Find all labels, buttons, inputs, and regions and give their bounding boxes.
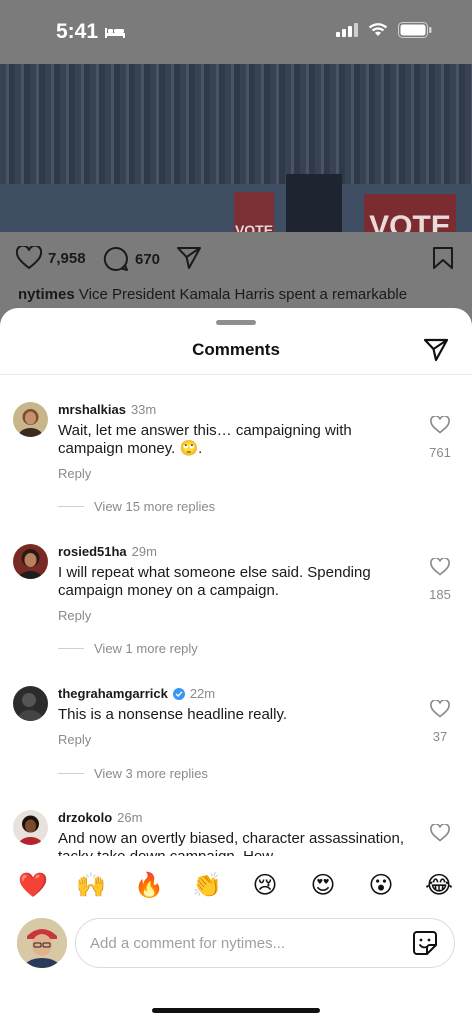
paper-plane-icon bbox=[177, 247, 201, 269]
vote-sign-right: VOTE bbox=[364, 194, 456, 232]
comment-item: drzokolo 26m And now an overtly biased, … bbox=[0, 810, 472, 856]
heart-outline-icon bbox=[430, 823, 450, 842]
reply-button[interactable]: Reply bbox=[58, 608, 91, 623]
view-more-replies-label: View 3 more replies bbox=[94, 766, 208, 781]
comment-username[interactable]: rosied51ha bbox=[58, 544, 127, 559]
wifi-icon bbox=[368, 23, 388, 36]
view-more-replies-label: View 15 more replies bbox=[94, 499, 216, 514]
caption-user[interactable]: nytimes bbox=[18, 286, 75, 303]
avatar[interactable] bbox=[13, 810, 48, 845]
like-count: 7,958 bbox=[48, 249, 86, 267]
comment-text: I will repeat what someone else said. Sp… bbox=[58, 564, 371, 599]
reply-button[interactable]: Reply bbox=[58, 466, 91, 481]
comment-input[interactable] bbox=[90, 919, 390, 967]
post-photo: VOTE VOTE bbox=[0, 64, 472, 232]
vote-sign-left: VOTE bbox=[234, 192, 274, 232]
avatar-image bbox=[13, 544, 48, 579]
comment-time: 29m bbox=[131, 544, 157, 559]
verified-badge-icon bbox=[172, 687, 185, 700]
emoji-heart[interactable]: ❤️ bbox=[12, 871, 54, 900]
comment-time: 22m bbox=[189, 686, 216, 701]
comment-username[interactable]: mrshalkias bbox=[58, 402, 126, 417]
divider bbox=[0, 374, 472, 375]
comment-text: This is a nonsense headline really. bbox=[58, 706, 288, 723]
caption-text: Vice President Kamala Harris spent a rem… bbox=[78, 286, 408, 303]
emoji-raised-hands[interactable]: 🙌 bbox=[70, 871, 112, 900]
avatar[interactable] bbox=[13, 544, 48, 579]
sticker-icon[interactable] bbox=[412, 930, 438, 956]
comment-bubble-icon bbox=[103, 246, 128, 271]
avatar-image bbox=[13, 810, 48, 845]
comment-count: 670 bbox=[135, 250, 161, 268]
comment-like[interactable]: 761 bbox=[424, 415, 456, 460]
current-user-avatar[interactable] bbox=[17, 918, 67, 968]
battery-icon bbox=[398, 22, 432, 38]
replies-line bbox=[58, 506, 84, 507]
view-more-replies[interactable]: View 3 more replies bbox=[58, 766, 208, 781]
emoji-quick-bar: ❤️ 🙌 🔥 👏 😢 😍 😮 😂 bbox=[0, 862, 472, 908]
post-actions: 7,958 670 nytimes Vice President Kamala … bbox=[0, 232, 472, 312]
save-action[interactable] bbox=[432, 246, 454, 270]
comment-header: rosied51ha 29m bbox=[58, 544, 157, 559]
view-more-replies-label: View 1 more reply bbox=[94, 641, 198, 656]
like-action[interactable]: 7,958 bbox=[16, 246, 86, 270]
emoji-surprised[interactable]: 😮 bbox=[360, 871, 402, 900]
status-icons bbox=[336, 22, 432, 38]
heart-outline-icon bbox=[430, 415, 450, 434]
comment-username[interactable]: thegrahamgarrick bbox=[58, 686, 168, 701]
comments-sheet: Comments mrshalkias 33m Wait, let me ans… bbox=[0, 308, 472, 1024]
emoji-clap[interactable]: 👏 bbox=[186, 871, 228, 900]
comment-username[interactable]: drzokolo bbox=[58, 810, 112, 825]
emoji-crying[interactable]: 😢 bbox=[244, 871, 286, 900]
share-paper-plane-icon[interactable] bbox=[422, 336, 450, 364]
avatar-image bbox=[13, 402, 48, 437]
replies-line bbox=[58, 773, 84, 774]
avatar-image bbox=[17, 918, 67, 968]
comment-time: 33m bbox=[130, 402, 157, 417]
post-caption: nytimes Vice President Kamala Harris spe… bbox=[18, 286, 407, 303]
comment-like-count: 185 bbox=[429, 587, 451, 602]
emoji-fire[interactable]: 🔥 bbox=[128, 871, 170, 900]
avatar[interactable] bbox=[13, 686, 48, 721]
replies-line bbox=[58, 648, 84, 649]
podium bbox=[286, 174, 342, 232]
emoji-laughing[interactable]: 😂 bbox=[418, 871, 460, 900]
avatar-image bbox=[13, 686, 48, 721]
comment-like-count: 761 bbox=[429, 445, 451, 460]
bed-icon bbox=[105, 28, 126, 38]
heart-outline-icon bbox=[430, 557, 450, 576]
status-bar: 5:41 bbox=[0, 0, 472, 64]
reply-button[interactable]: Reply bbox=[58, 732, 91, 747]
comment-text: And now an overtly biased, character ass… bbox=[58, 830, 405, 856]
comment-header: drzokolo 26m bbox=[58, 810, 142, 825]
heart-outline-icon bbox=[430, 699, 450, 718]
avatar[interactable] bbox=[13, 402, 48, 437]
status-time: 5:41 bbox=[56, 20, 126, 44]
comment-text: Wait, let me answer this… campaigning wi… bbox=[58, 422, 352, 457]
cellular-signal-icon bbox=[336, 23, 358, 37]
comment-header: mrshalkias 33m bbox=[58, 402, 156, 417]
home-indicator[interactable] bbox=[152, 1008, 320, 1013]
sheet-title: Comments bbox=[192, 340, 280, 359]
comment-header: thegrahamgarrick 22m bbox=[58, 686, 215, 701]
comment-composer: ❤️ 🙌 🔥 👏 😢 😍 😮 😂 bbox=[0, 856, 472, 1024]
comment-like-count: 37 bbox=[432, 729, 448, 744]
crowd bbox=[0, 64, 472, 184]
emoji-heart-eyes[interactable]: 😍 bbox=[302, 871, 344, 900]
comment-like[interactable] bbox=[424, 823, 456, 847]
clock: 5:41 bbox=[56, 20, 99, 43]
comment-input-box[interactable] bbox=[75, 918, 455, 968]
share-action[interactable] bbox=[176, 246, 202, 270]
view-more-replies[interactable]: View 1 more reply bbox=[58, 641, 198, 656]
comment-like[interactable]: 37 bbox=[424, 699, 456, 744]
comment-action[interactable]: 670 bbox=[103, 246, 160, 272]
view-more-replies[interactable]: View 15 more replies bbox=[58, 499, 215, 514]
heart-icon bbox=[16, 246, 42, 270]
sheet-drag-handle[interactable] bbox=[216, 320, 256, 325]
comment-like[interactable]: 185 bbox=[424, 557, 456, 602]
bookmark-icon bbox=[433, 247, 453, 269]
comment-time: 26m bbox=[117, 810, 143, 825]
